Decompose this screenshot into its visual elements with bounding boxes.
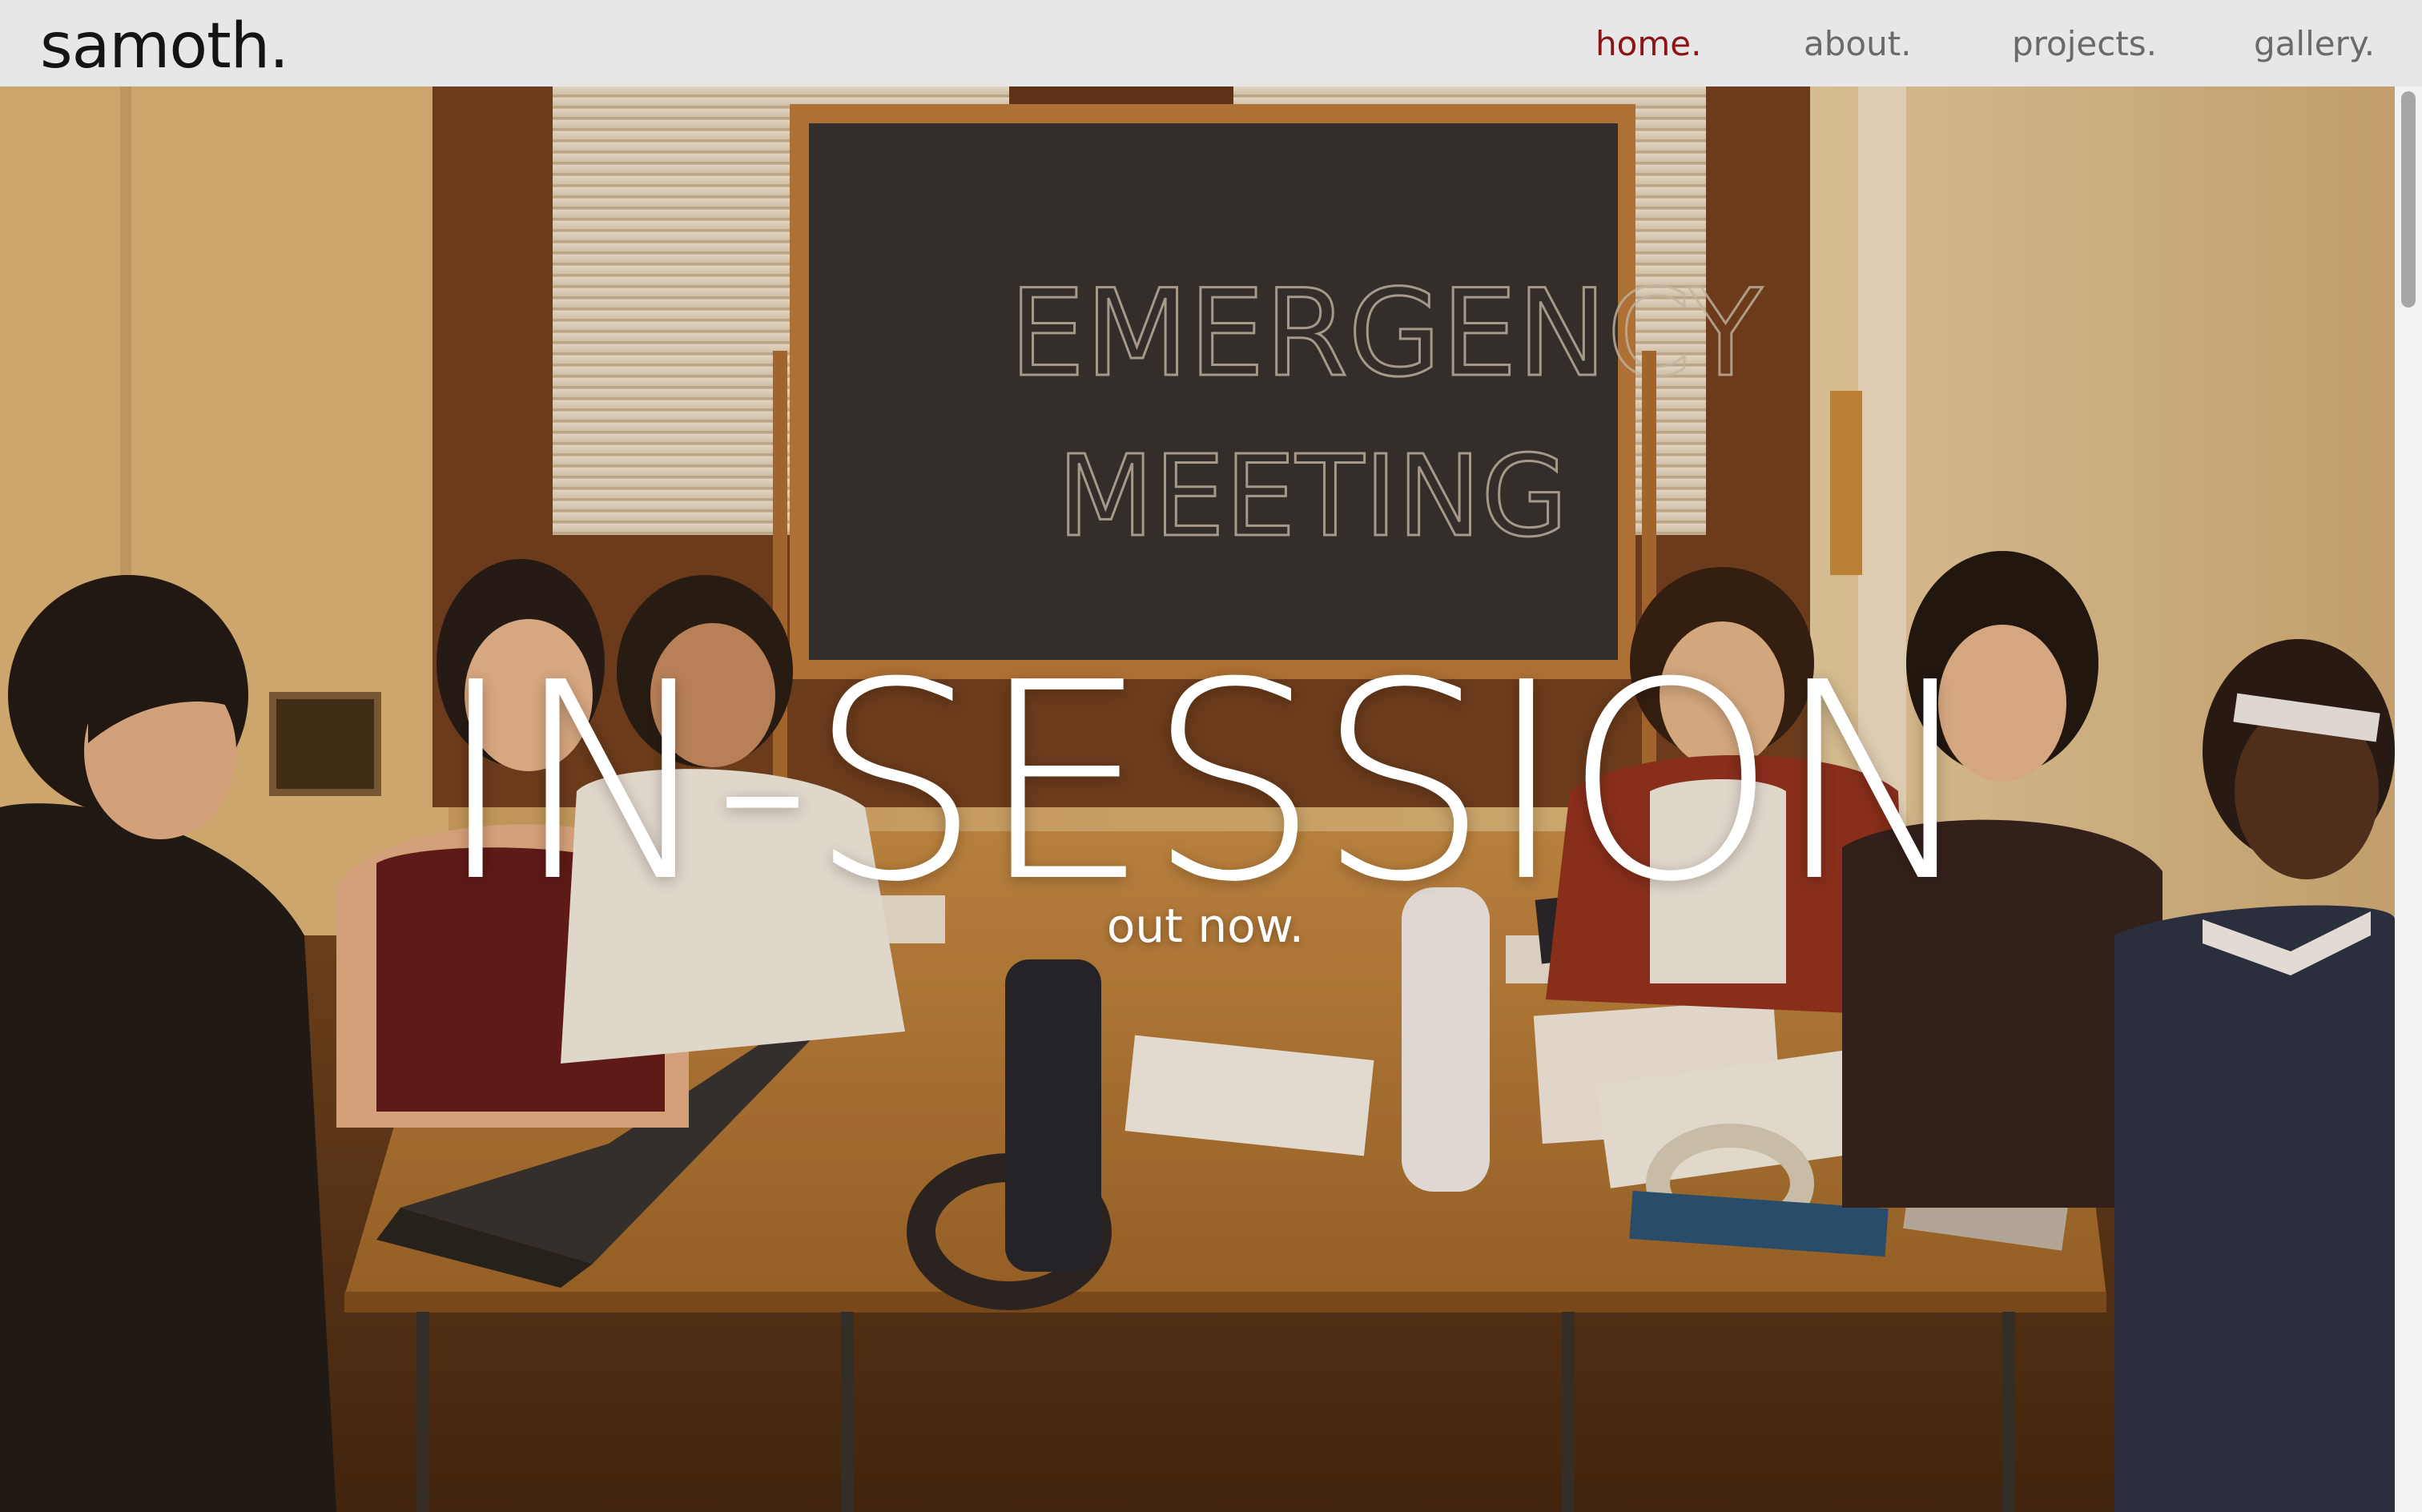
top-nav-bar: samoth. home. about. projects. gallery. [0,0,2422,86]
hero-banner[interactable]: EMERGENCY MEETING IN-SESSION out now. [0,86,2395,1512]
site-logo[interactable]: samoth. [40,6,289,86]
hero-subtitle[interactable]: out now. [0,894,2395,958]
page: samoth. home. about. projects. gallery. [0,0,2422,1512]
page-scrollbar[interactable] [2395,86,2422,1512]
nav-link-home[interactable]: home. [1595,16,1701,72]
scrollbar-thumb[interactable] [2401,91,2416,308]
hero-title[interactable]: IN-SESSION [0,647,2395,919]
nav-link-projects[interactable]: projects. [2012,16,2157,72]
nav-link-gallery[interactable]: gallery. [2254,16,2375,72]
nav-link-about[interactable]: about. [1804,16,1912,72]
